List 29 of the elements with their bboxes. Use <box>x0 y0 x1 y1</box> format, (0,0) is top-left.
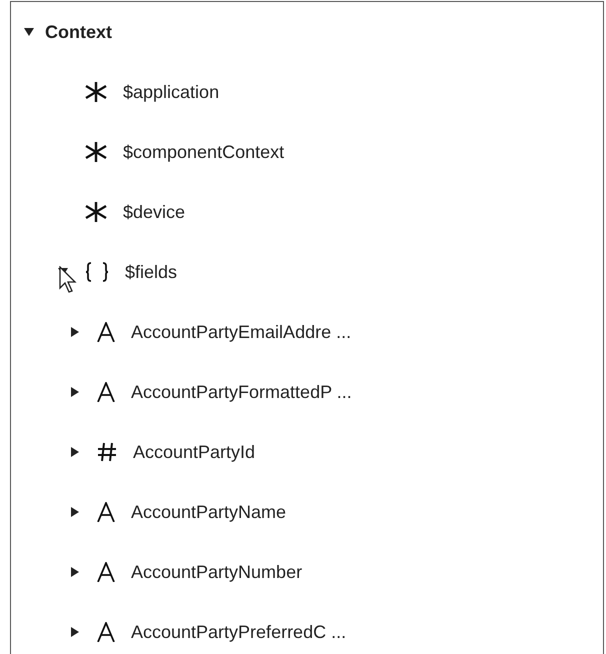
expand-caret-icon[interactable] <box>69 446 81 458</box>
expand-caret-icon[interactable] <box>69 626 81 638</box>
expand-caret-icon[interactable] <box>69 566 81 578</box>
tree-item-label[interactable]: $device <box>123 198 186 226</box>
tree-item-label[interactable]: AccountPartyPreferredC ... <box>131 618 346 646</box>
expand-caret-icon[interactable] <box>69 326 81 338</box>
tree-item-label[interactable]: AccountPartyEmailAddre ... <box>131 318 352 346</box>
asterisk-icon <box>85 82 107 102</box>
tree-item-label[interactable]: AccountPartyId <box>133 438 256 466</box>
letter-a-icon <box>97 322 115 342</box>
tree-item-label[interactable]: $componentContext <box>123 138 284 166</box>
expand-caret-icon[interactable] <box>69 386 81 398</box>
tree-item-label[interactable]: $application <box>123 78 220 106</box>
tree-item-label[interactable]: AccountPartyFormattedP ... <box>131 378 352 406</box>
collapse-caret-icon[interactable] <box>23 26 35 38</box>
expand-caret-icon[interactable] <box>69 506 81 518</box>
mouse-pointer-icon <box>59 266 79 294</box>
tree-item-label[interactable]: AccountPartyNumber <box>131 558 302 586</box>
asterisk-icon <box>85 202 107 222</box>
letter-a-icon <box>97 382 115 402</box>
asterisk-icon <box>85 142 107 162</box>
letter-a-icon <box>97 502 115 522</box>
braces-icon <box>85 262 109 282</box>
tree-item-label[interactable]: $fields <box>125 258 178 286</box>
tree-item-label[interactable]: Context <box>45 18 112 46</box>
hash-icon <box>97 442 117 462</box>
letter-a-icon <box>97 562 115 582</box>
letter-a-icon <box>97 622 115 642</box>
tree-item-label[interactable]: AccountPartyName <box>131 498 286 526</box>
